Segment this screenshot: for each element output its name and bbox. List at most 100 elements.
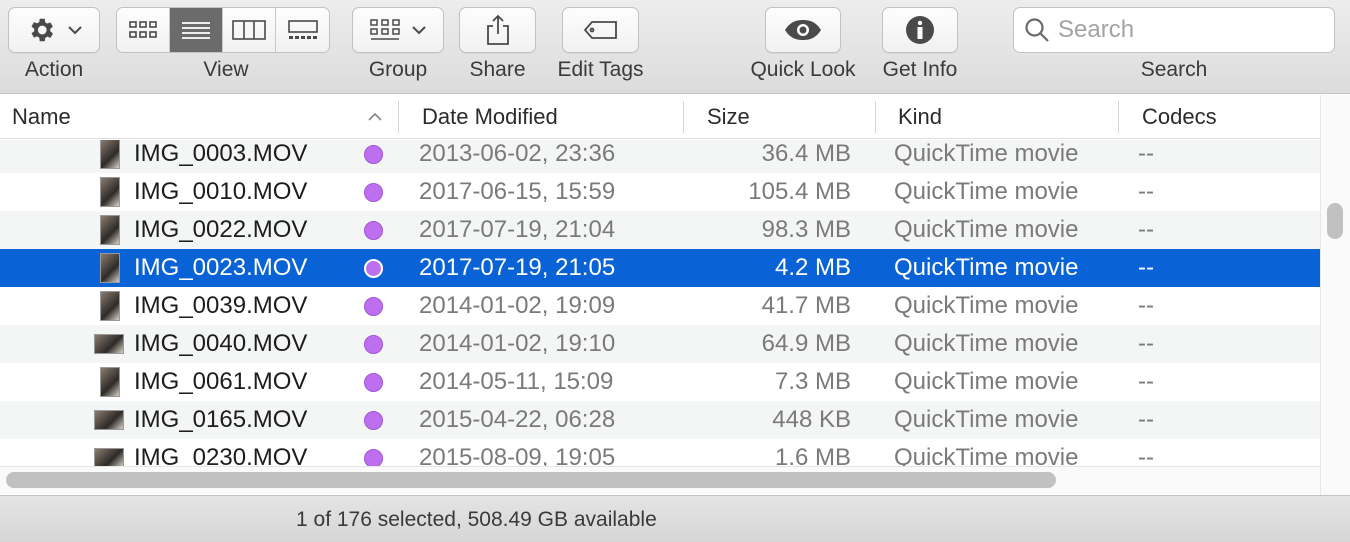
info-icon	[905, 15, 935, 45]
video-thumbnail	[94, 448, 124, 466]
file-size: 7.3 MB	[774, 368, 851, 395]
video-thumbnail	[100, 291, 120, 321]
tag-color-dot	[364, 411, 383, 430]
file-codecs: --	[1138, 406, 1154, 433]
vertical-scrollbar-track[interactable]	[1320, 95, 1350, 495]
column-divider[interactable]	[398, 101, 399, 133]
column-header-date-modified[interactable]: Date Modified	[422, 95, 672, 139]
file-size: 4.2 MB	[774, 254, 851, 281]
search-label: Search	[1140, 58, 1208, 81]
column-header-kind[interactable]: Kind	[898, 95, 1108, 139]
file-list: IMG_0003.MOV 2013-06-02, 23:36 36.4 MB Q…	[0, 140, 1320, 466]
quick-look-button[interactable]	[765, 7, 841, 53]
file-name: IMG_0010.MOV	[134, 178, 308, 205]
action-button[interactable]	[8, 7, 100, 53]
column-divider[interactable]	[875, 101, 876, 133]
file-date-modified: 2015-08-09, 19:05	[419, 444, 616, 466]
column-divider[interactable]	[683, 101, 684, 133]
search-input[interactable]	[1058, 16, 1318, 44]
tag-color-dot	[364, 145, 383, 164]
video-thumbnail	[100, 140, 120, 169]
column-divider[interactable]	[1118, 101, 1119, 133]
column-view-button[interactable]	[223, 8, 276, 52]
file-size: 98.3 MB	[761, 216, 851, 243]
search-field[interactable]	[1013, 7, 1335, 53]
video-thumbnail	[100, 253, 120, 283]
file-name: IMG_0023.MOV	[134, 254, 308, 281]
file-codecs: --	[1138, 444, 1154, 466]
chevron-down-icon	[68, 25, 82, 35]
gallery-view-icon	[287, 19, 319, 41]
share-label: Share	[469, 58, 526, 81]
get-info-button[interactable]	[882, 7, 958, 53]
list-view-button[interactable]	[170, 8, 223, 52]
view-label: View	[203, 58, 249, 81]
sort-ascending-icon[interactable]	[367, 107, 383, 132]
file-codecs: --	[1138, 216, 1154, 243]
file-kind: QuickTime movie	[894, 140, 1079, 167]
tag-icon	[583, 20, 619, 40]
file-codecs: --	[1138, 292, 1154, 319]
file-kind: QuickTime movie	[894, 406, 1079, 433]
column-header-name[interactable]: Name	[12, 95, 392, 139]
horizontal-scrollbar-thumb[interactable]	[6, 472, 1056, 488]
action-label: Action	[24, 58, 84, 81]
file-kind: QuickTime movie	[894, 216, 1079, 243]
file-kind: QuickTime movie	[894, 330, 1079, 357]
file-row-selected[interactable]: IMG_0023.MOV 2017-07-19, 21:05 4.2 MB Qu…	[0, 249, 1320, 287]
file-name: IMG_0003.MOV	[134, 140, 308, 167]
icon-view-icon	[128, 19, 158, 41]
edit-tags-button[interactable]	[562, 7, 639, 53]
file-date-modified: 2017-07-19, 21:04	[419, 216, 616, 243]
video-thumbnail	[94, 334, 124, 354]
icon-view-button[interactable]	[117, 8, 170, 52]
video-thumbnail	[100, 367, 120, 397]
group-icon	[370, 18, 400, 42]
file-row[interactable]: IMG_0040.MOV 2014-01-02, 19:10 64.9 MB Q…	[0, 325, 1320, 363]
column-header-codecs-label: Codecs	[1142, 104, 1217, 129]
group-button[interactable]	[352, 7, 444, 53]
eye-icon	[784, 19, 822, 41]
file-date-modified: 2014-01-02, 19:09	[419, 292, 616, 319]
video-thumbnail	[94, 410, 124, 430]
video-thumbnail	[100, 177, 120, 207]
column-header-name-label: Name	[12, 104, 71, 129]
file-row[interactable]: IMG_0022.MOV 2017-07-19, 21:04 98.3 MB Q…	[0, 211, 1320, 249]
file-kind: QuickTime movie	[894, 254, 1079, 281]
file-row[interactable]: IMG_0003.MOV 2013-06-02, 23:36 36.4 MB Q…	[0, 140, 1320, 173]
chevron-down-icon	[412, 25, 426, 35]
file-codecs: --	[1138, 254, 1154, 281]
file-size: 1.6 MB	[774, 444, 851, 466]
get-info-label: Get Info	[882, 58, 958, 81]
file-name: IMG_0061.MOV	[134, 368, 308, 395]
column-header-codecs[interactable]: Codecs	[1142, 95, 1312, 139]
tag-color-dot	[364, 221, 383, 240]
column-view-icon	[232, 19, 266, 41]
file-row[interactable]: IMG_0061.MOV 2014-05-11, 15:09 7.3 MB Qu…	[0, 363, 1320, 401]
file-row[interactable]: IMG_0230.MOV 2015-08-09, 19:05 1.6 MB Qu…	[0, 439, 1320, 466]
file-size: 41.7 MB	[761, 292, 851, 319]
file-date-modified: 2017-06-15, 15:59	[419, 178, 616, 205]
file-size: 36.4 MB	[761, 140, 851, 167]
column-header-date-label: Date Modified	[422, 104, 558, 129]
file-size: 448 KB	[772, 406, 851, 433]
share-icon	[485, 14, 511, 46]
file-name: IMG_0022.MOV	[134, 216, 308, 243]
share-button[interactable]	[459, 7, 536, 53]
file-name: IMG_0040.MOV	[134, 330, 308, 357]
list-view-icon	[181, 19, 211, 41]
file-row[interactable]: IMG_0165.MOV 2015-04-22, 06:28 448 KB Qu…	[0, 401, 1320, 439]
file-row[interactable]: IMG_0010.MOV 2017-06-15, 15:59 105.4 MB …	[0, 173, 1320, 211]
tag-color-dot	[364, 259, 383, 278]
finder-window: Action View Group Share Edit Tags Quick …	[0, 0, 1350, 542]
file-date-modified: 2017-07-19, 21:05	[419, 254, 616, 281]
file-kind: QuickTime movie	[894, 292, 1079, 319]
file-row[interactable]: IMG_0039.MOV 2014-01-02, 19:09 41.7 MB Q…	[0, 287, 1320, 325]
tag-color-dot	[364, 183, 383, 202]
status-bar: 1 of 176 selected, 508.49 GB available	[0, 495, 1350, 542]
vertical-scrollbar-thumb[interactable]	[1327, 203, 1343, 239]
file-size: 105.4 MB	[748, 178, 851, 205]
column-header-size[interactable]: Size	[707, 95, 867, 139]
file-date-modified: 2015-04-22, 06:28	[419, 406, 616, 433]
gallery-view-button[interactable]	[276, 8, 329, 52]
